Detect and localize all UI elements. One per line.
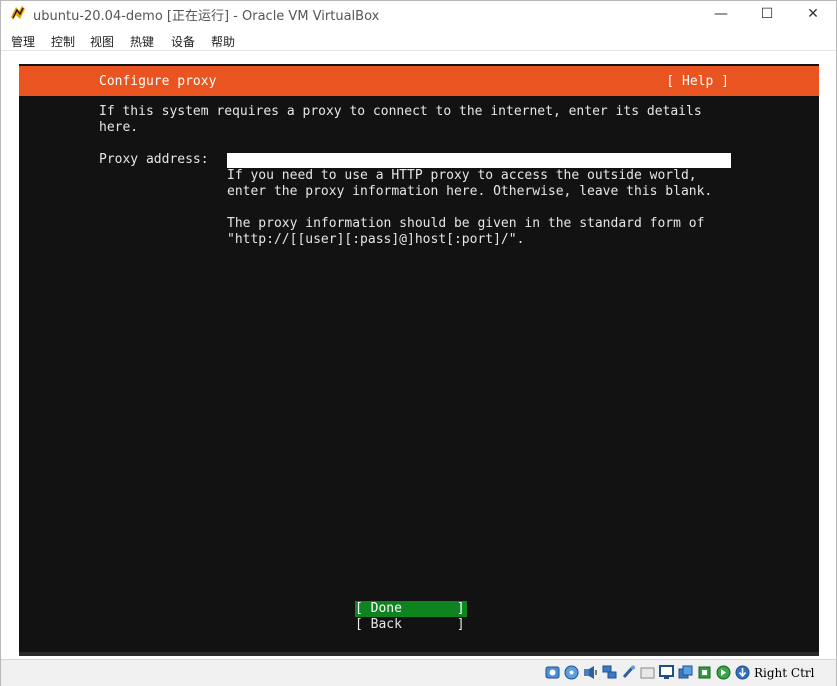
keyboard-icon[interactable] bbox=[735, 665, 750, 680]
menu-bar: 管理 控制 视图 热键 设备 帮助 bbox=[1, 28, 836, 50]
help-button[interactable]: [ Help ] bbox=[666, 74, 729, 89]
status-bar: Right Ctrl bbox=[1, 659, 836, 686]
proxy-hint-line-4: "http://[[user][:pass]@]host[:port]/". bbox=[227, 232, 525, 247]
installer-console[interactable]: Configure proxy [ Help ] If this system … bbox=[19, 64, 819, 656]
audio-icon[interactable] bbox=[583, 665, 598, 680]
proxy-hint-line-2: enter the proxy information here. Otherw… bbox=[227, 184, 713, 199]
menu-devices[interactable]: 设备 bbox=[171, 33, 195, 50]
maximize-button[interactable]: ☐ bbox=[744, 1, 790, 27]
menu-manage[interactable]: 管理 bbox=[11, 33, 35, 50]
proxy-hint-line-1: If you need to use a HTTP proxy to acces… bbox=[227, 168, 697, 183]
back-button[interactable]: [ Back ] bbox=[355, 617, 467, 633]
proxy-address-label: Proxy address: bbox=[99, 152, 209, 167]
optical-drive-icon[interactable] bbox=[564, 665, 579, 680]
menu-control[interactable]: 控制 bbox=[51, 33, 75, 50]
intro-text-line-2: here. bbox=[99, 120, 139, 135]
minimize-button[interactable]: — bbox=[698, 1, 744, 27]
menu-hotkeys[interactable]: 热键 bbox=[130, 33, 154, 50]
display-icon[interactable] bbox=[659, 665, 674, 680]
installer-header: Configure proxy [ Help ] bbox=[19, 66, 819, 96]
mouse-integration-icon[interactable] bbox=[716, 665, 731, 680]
close-button[interactable]: ✕ bbox=[790, 1, 836, 27]
title-bar[interactable]: ubuntu-20.04-demo [正在运行] - Oracle VM Vir… bbox=[1, 1, 836, 27]
host-key-label: Right Ctrl bbox=[754, 666, 815, 680]
proxy-address-input[interactable] bbox=[227, 153, 731, 168]
menu-view[interactable]: 视图 bbox=[90, 33, 114, 50]
network-icon[interactable] bbox=[602, 665, 617, 680]
video-capture-icon[interactable] bbox=[678, 665, 693, 680]
hard-disk-icon[interactable] bbox=[545, 665, 560, 680]
page-title: Configure proxy bbox=[99, 74, 217, 89]
usb-icon[interactable] bbox=[621, 665, 636, 680]
console-bottom-strip bbox=[19, 652, 819, 656]
virtualbox-app-icon bbox=[10, 5, 26, 21]
virtualbox-window: ubuntu-20.04-demo [正在运行] - Oracle VM Vir… bbox=[0, 0, 837, 686]
vm-display[interactable]: Configure proxy [ Help ] If this system … bbox=[1, 51, 836, 659]
window-title: ubuntu-20.04-demo [正在运行] - Oracle VM Vir… bbox=[33, 9, 380, 24]
intro-text-line-1: If this system requires a proxy to conne… bbox=[99, 104, 702, 119]
proxy-hint-line-3: The proxy information should be given in… bbox=[227, 216, 705, 231]
shared-folders-icon[interactable] bbox=[640, 665, 655, 680]
menu-help[interactable]: 帮助 bbox=[211, 33, 235, 50]
cpu-icon[interactable] bbox=[697, 665, 712, 680]
done-button[interactable]: [ Done ] bbox=[355, 601, 467, 617]
